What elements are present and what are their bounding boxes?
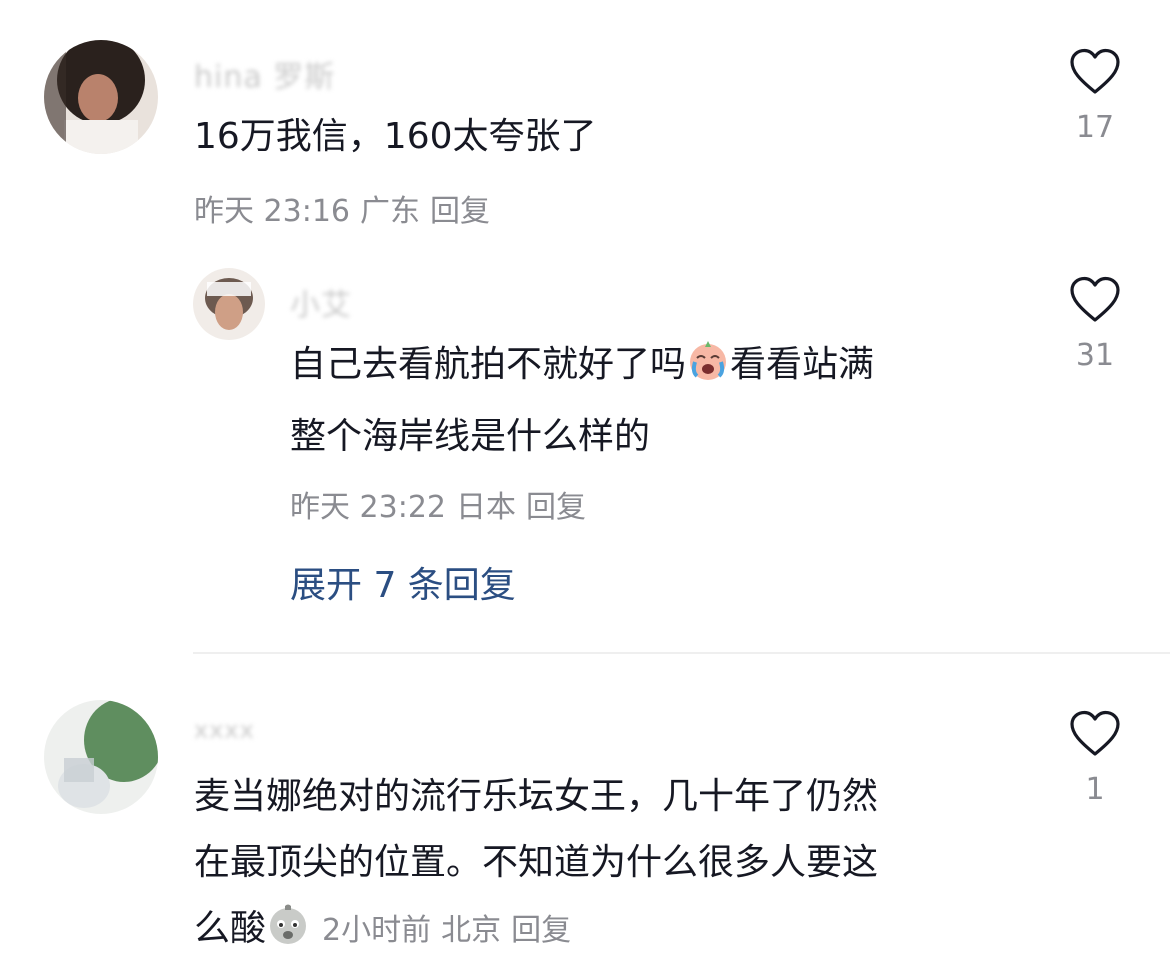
like-count: 17	[1075, 110, 1115, 145]
reply-button[interactable]: 回复	[430, 194, 490, 229]
reply-text-part2: 看看站满	[730, 344, 875, 385]
like-count: 31	[1075, 338, 1115, 373]
comment-location: 广东	[360, 194, 420, 229]
comment-text: 麦当娜绝对的流行乐坛女王，几十年了仍然 在最顶尖的位置。不知道为什么很多人要这 …	[194, 764, 1034, 968]
username[interactable]: 小艾	[290, 280, 352, 324]
sour-face-emoji-icon	[266, 902, 310, 968]
heart-icon	[1070, 48, 1120, 94]
like-button[interactable]: 17	[1060, 48, 1130, 145]
comment-time: 昨天 23:16	[194, 194, 350, 229]
reply-button[interactable]: 回复	[526, 490, 586, 525]
comment-text-line3: 么酸	[194, 908, 267, 949]
comment-location: 北京	[441, 913, 502, 948]
crying-face-emoji-icon	[686, 338, 730, 404]
comment-text-line1: 麦当娜绝对的流行乐坛女王，几十年了仍然	[194, 776, 879, 817]
username[interactable]: xxxx	[194, 716, 255, 744]
divider	[193, 652, 1170, 654]
reply-time: 昨天 23:22	[290, 490, 446, 525]
expand-replies-button[interactable]: 展开 7 条回复	[290, 556, 516, 608]
reply-button[interactable]: 回复	[511, 913, 571, 948]
reply-location: 日本	[456, 490, 516, 525]
avatar[interactable]	[193, 268, 265, 340]
reply-text-part1: 自己去看航拍不就好了吗	[290, 344, 687, 385]
like-button[interactable]: 31	[1060, 276, 1130, 373]
like-button[interactable]: 1	[1060, 710, 1130, 807]
comment-meta: 昨天 23:16 广东 回复	[194, 186, 490, 230]
like-count: 1	[1085, 772, 1105, 807]
avatar[interactable]	[44, 40, 158, 154]
user-avatar-green-plant-icon	[44, 700, 158, 814]
reply-text: 自己去看航拍不就好了吗 看看站满整个海岸线是什么样的	[290, 332, 1030, 470]
comment-time: 2小时前	[322, 913, 432, 948]
heart-icon	[1070, 276, 1120, 322]
comment-text: 16万我信，160太夸张了	[194, 116, 597, 157]
reply-text-line2: 整个海岸线是什么样的	[290, 416, 651, 457]
username[interactable]: hina 罗斯	[194, 52, 335, 96]
reply-meta: 昨天 23:22 日本 回复	[290, 482, 586, 526]
comment-text-line2: 在最顶尖的位置。不知道为什么很多人要这	[194, 842, 879, 883]
heart-icon	[1070, 710, 1120, 756]
user-avatar-dark-hair-icon	[44, 40, 158, 154]
avatar[interactable]	[44, 700, 158, 814]
comment-meta: 2小时前 北京 回复	[322, 913, 571, 948]
user-avatar-girl-icon	[193, 268, 265, 340]
